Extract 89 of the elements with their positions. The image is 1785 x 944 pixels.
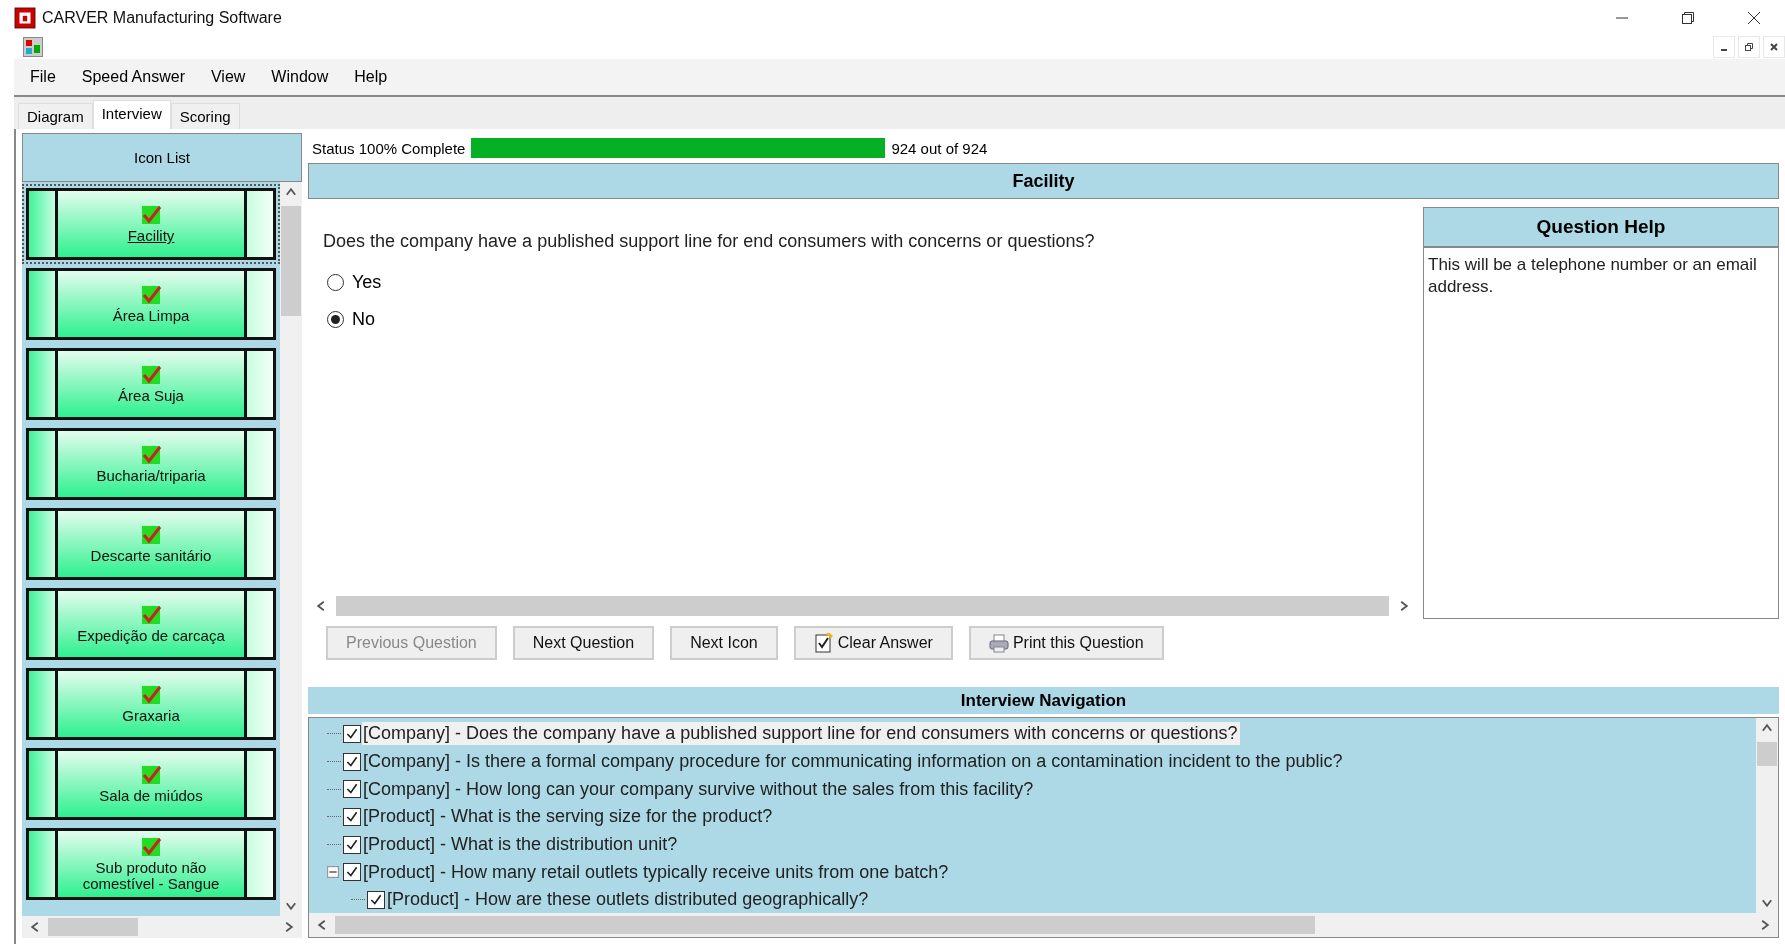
action-button[interactable]: Next Question bbox=[512, 626, 655, 660]
help-text: This will be a telephone number or an email address. bbox=[1427, 254, 1758, 299]
checkbox[interactable] bbox=[343, 780, 361, 799]
minimize-icon[interactable] bbox=[1713, 36, 1735, 58]
menu-item[interactable]: View bbox=[210, 68, 246, 86]
scroll-thumb[interactable] bbox=[1757, 742, 1777, 766]
scrollbar[interactable] bbox=[280, 182, 302, 916]
card-strip bbox=[244, 591, 273, 657]
checkbox[interactable] bbox=[343, 835, 361, 854]
card-strip bbox=[29, 831, 58, 897]
action-button[interactable]: Print this Question bbox=[968, 626, 1164, 660]
icon-card[interactable]: Área Limpa bbox=[26, 268, 276, 340]
card-label: Sub produto não comestível - Sangue bbox=[81, 860, 221, 892]
icon-card[interactable]: Expedição de carcaça bbox=[26, 588, 276, 660]
card-label: Descarte sanitário bbox=[90, 548, 212, 564]
card-label: Área Limpa bbox=[112, 308, 190, 324]
card-strip bbox=[244, 271, 273, 337]
progress-count: 924 out of 924 bbox=[891, 139, 988, 157]
scrollbar[interactable] bbox=[309, 913, 1778, 937]
section-header: Facility bbox=[308, 163, 1779, 199]
card-label: Área Suja bbox=[118, 388, 184, 404]
menu-item[interactable]: Help bbox=[354, 68, 388, 86]
card-label: Sala de miúdos bbox=[99, 788, 203, 804]
tree-item[interactable]: [Company] - Is there a formal company procedure for communicating information on a contamination incident to the public? bbox=[362, 750, 1346, 774]
card-strip bbox=[29, 591, 58, 657]
radio-option[interactable]: No bbox=[327, 309, 1402, 330]
card-strip bbox=[29, 431, 58, 497]
checklist-icon bbox=[813, 633, 834, 653]
action-button[interactable]: Clear Answer bbox=[793, 626, 953, 660]
card-strip bbox=[244, 431, 273, 497]
app-logo-icon bbox=[14, 6, 36, 29]
card-strip bbox=[29, 351, 58, 417]
icon-card[interactable]: Área Suja bbox=[26, 348, 276, 420]
card-strip bbox=[244, 831, 273, 897]
tree-item[interactable]: [Product] - How many retail outlets typically receive units from one batch? bbox=[362, 860, 952, 884]
tree-item[interactable]: [Product] - How are these outlets distributed geographically? bbox=[386, 888, 872, 912]
help-header: Question Help bbox=[1424, 208, 1778, 248]
menu-item[interactable]: Window bbox=[271, 68, 329, 86]
card-strip bbox=[29, 751, 58, 817]
window-title: CARVER Manufacturing Software bbox=[42, 8, 282, 27]
card-strip bbox=[244, 351, 273, 417]
card-strip bbox=[29, 191, 58, 257]
document-icon[interactable] bbox=[23, 37, 43, 57]
tree-item[interactable]: [Company] - Does the company have a published support line for end consumers with concerns or questions? bbox=[362, 722, 1241, 746]
card-strip bbox=[244, 511, 273, 577]
restore-icon[interactable] bbox=[1681, 10, 1695, 25]
menu-item[interactable]: Speed Answer bbox=[81, 68, 185, 86]
card-strip bbox=[29, 511, 58, 577]
card-label: Graxaria bbox=[122, 708, 180, 724]
collapse-icon[interactable] bbox=[327, 866, 339, 879]
checkbox[interactable] bbox=[343, 752, 361, 771]
panel-header: Icon List bbox=[22, 133, 302, 182]
tab[interactable]: Scoring bbox=[170, 103, 240, 129]
icon-card[interactable]: Bucharia/triparia bbox=[26, 428, 276, 500]
scroll-thumb[interactable] bbox=[335, 916, 1315, 934]
tree-item[interactable]: [Product] - What is the serving size for the product? bbox=[362, 805, 776, 829]
action-button[interactable]: Next Icon bbox=[670, 626, 778, 660]
card-strip bbox=[244, 191, 273, 257]
close-icon[interactable] bbox=[1747, 10, 1761, 25]
scroll-thumb[interactable] bbox=[281, 206, 301, 316]
card-label: Bucharia/triparia bbox=[96, 468, 206, 484]
icon-card[interactable]: Graxaria bbox=[26, 668, 276, 740]
question-text: Does the company have a published support line for end consumers with concerns or questions? bbox=[323, 231, 1096, 252]
card-strip bbox=[29, 671, 58, 737]
restore-icon[interactable] bbox=[1738, 36, 1760, 58]
printer-icon bbox=[988, 633, 1009, 653]
section-header: Interview Navigation bbox=[308, 687, 1779, 714]
menu-item[interactable]: File bbox=[30, 68, 56, 86]
icon-card[interactable]: Sub produto não comestível - Sangue bbox=[26, 828, 276, 900]
scroll-thumb[interactable] bbox=[48, 918, 138, 936]
scrollbar[interactable] bbox=[1756, 718, 1778, 913]
tab[interactable]: Diagram bbox=[18, 103, 93, 129]
checkbox[interactable] bbox=[343, 863, 361, 882]
tree-item[interactable]: [Company] - How long can your company survive without the sales from this facility? bbox=[362, 777, 1037, 801]
tab[interactable]: Interview bbox=[92, 100, 171, 129]
icon-card[interactable]: Sala de miúdos bbox=[26, 748, 276, 820]
radio-option[interactable]: Yes bbox=[327, 272, 1402, 293]
card-strip bbox=[244, 671, 273, 737]
scrollbar[interactable] bbox=[22, 916, 302, 938]
card-strip bbox=[244, 751, 273, 817]
checkbox[interactable] bbox=[343, 724, 361, 743]
checkbox[interactable] bbox=[343, 807, 361, 826]
status-label: Status 100% Complete bbox=[312, 139, 466, 157]
checkbox[interactable] bbox=[367, 890, 385, 909]
card-strip bbox=[29, 271, 58, 337]
icon-card[interactable]: Descarte sanitário bbox=[26, 508, 276, 580]
tree-item[interactable]: [Product] - What is the distribution unit? bbox=[362, 833, 681, 857]
card-label: Facility bbox=[127, 228, 175, 244]
card-label: Expedição de carcaça bbox=[77, 628, 225, 644]
